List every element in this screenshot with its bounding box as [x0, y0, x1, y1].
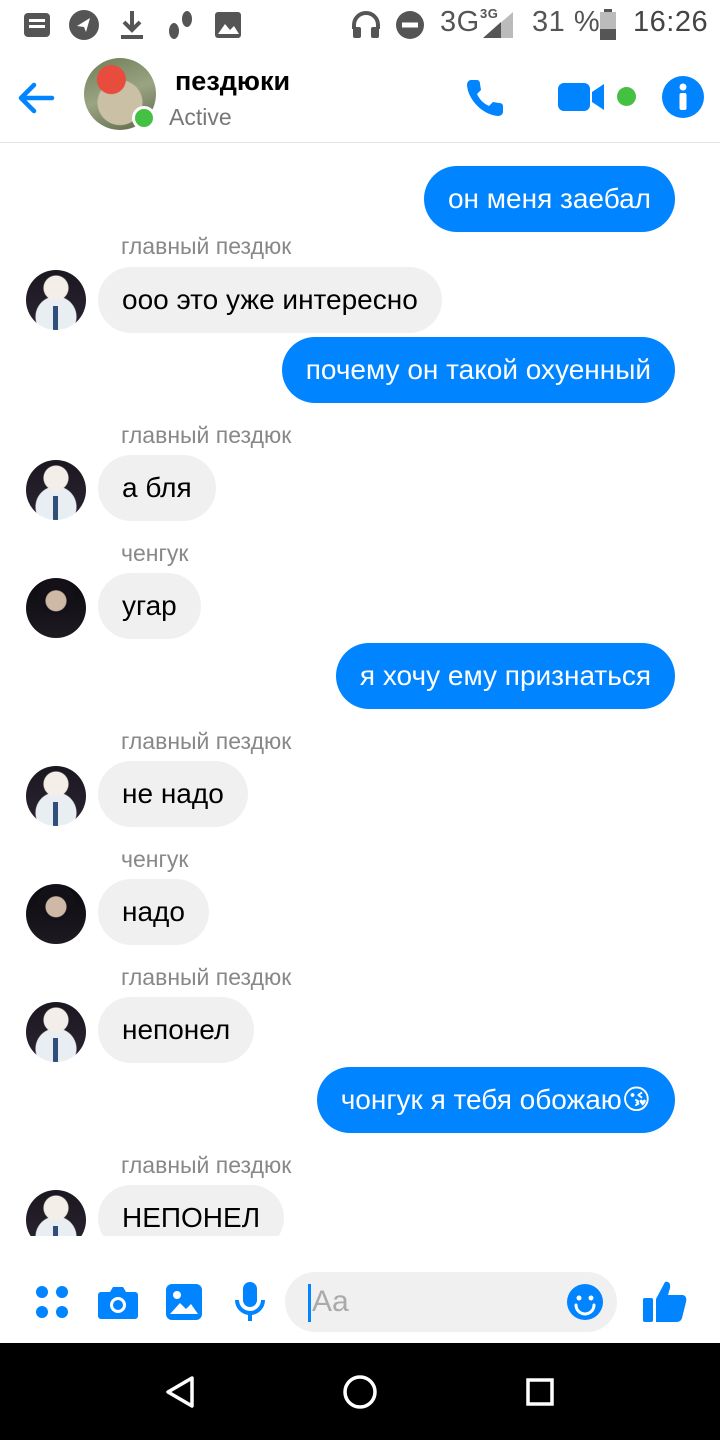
home-circle-icon: [343, 1375, 377, 1409]
video-call-button[interactable]: [556, 72, 608, 122]
message-icon: [22, 8, 52, 42]
battery-icon: [598, 8, 618, 42]
back-triangle-icon: [166, 1376, 194, 1408]
back-button[interactable]: [14, 76, 58, 120]
sender-name: главный пездюк: [121, 233, 292, 259]
message-bubble-incoming[interactable]: ооо это уже интересно: [98, 267, 442, 333]
message-bubble-incoming[interactable]: непонел: [98, 997, 255, 1063]
emoji-button[interactable]: [565, 1282, 605, 1322]
sender-avatar[interactable]: [26, 270, 86, 330]
arrow-left-icon: [18, 82, 55, 114]
recents-square-icon: [526, 1378, 554, 1406]
sender-name: главный пездюк: [121, 728, 292, 754]
message-bubble-incoming[interactable]: НЕПОНЕЛ: [98, 1185, 285, 1236]
message-bubble-outgoing[interactable]: чонгук я тебя обожаю😘: [316, 1067, 675, 1133]
video-active-dot: [617, 87, 636, 106]
menu-icon: [36, 1286, 68, 1318]
sender-name: ченгук: [121, 846, 189, 872]
location-icon: [66, 8, 102, 42]
status-bar: 3G 3G 31 % 16:26: [0, 0, 720, 50]
system-nav-bar: [0, 1343, 720, 1440]
sender-name: ченгук: [121, 540, 189, 566]
clock: 16:26: [633, 6, 709, 38]
chat-status: Active: [169, 104, 232, 130]
sender-name: главный пездюк: [121, 422, 292, 448]
phone-icon: [467, 80, 503, 116]
info-button[interactable]: [660, 72, 706, 122]
message-bubble-incoming[interactable]: надо: [98, 879, 209, 945]
message-bubble-incoming[interactable]: не надо: [98, 761, 248, 827]
video-camera-icon: [558, 83, 604, 111]
message-bubble-incoming[interactable]: а бля: [98, 455, 216, 521]
message-bubble-outgoing[interactable]: почему он такой охуенный: [281, 337, 675, 403]
headphones-icon: [350, 8, 382, 42]
gallery-icon: [166, 1284, 202, 1320]
message-input-placeholder: Aa: [312, 1285, 349, 1318]
message-thread[interactable]: он меня заебал главный пездюк ооо это уж…: [0, 144, 720, 1236]
sender-avatar[interactable]: [26, 884, 86, 944]
footprints-icon: [163, 8, 197, 42]
nav-back-button[interactable]: [158, 1370, 202, 1414]
message-bubble-incoming[interactable]: угар: [98, 573, 201, 639]
message-bubble-outgoing[interactable]: он меня заебал: [423, 166, 675, 232]
download-icon: [118, 8, 146, 42]
gallery-button[interactable]: [164, 1276, 204, 1328]
sender-avatar[interactable]: [26, 1190, 86, 1236]
sender-avatar[interactable]: [26, 460, 86, 520]
battery-level: 31 %: [532, 6, 601, 38]
like-button[interactable]: [640, 1276, 690, 1328]
voice-message-button[interactable]: [232, 1276, 268, 1328]
network-type: 3G: [440, 6, 480, 38]
message-input[interactable]: Aa: [285, 1272, 617, 1332]
online-indicator: [132, 106, 156, 130]
sender-avatar[interactable]: [26, 1002, 86, 1062]
sender-name: главный пездюк: [121, 1152, 292, 1178]
nav-recents-button[interactable]: [518, 1370, 562, 1414]
message-bubble-outgoing[interactable]: я хочу ему признаться: [335, 643, 675, 709]
microphone-icon: [235, 1282, 265, 1321]
emoji-icon: [567, 1284, 603, 1320]
chat-title[interactable]: пездюки: [175, 66, 290, 97]
thumbs-up-icon: [643, 1281, 687, 1322]
sender-name: главный пездюк: [121, 964, 292, 990]
info-icon: [662, 76, 704, 118]
sender-avatar[interactable]: [26, 578, 86, 638]
voice-call-button[interactable]: [461, 72, 511, 122]
image-icon: [212, 8, 244, 42]
camera-button[interactable]: [96, 1276, 140, 1328]
nav-home-button[interactable]: [338, 1370, 382, 1414]
signal-icon: [480, 8, 516, 42]
camera-icon: [98, 1287, 138, 1319]
text-caret: [308, 1284, 311, 1322]
chat-header: пездюки Active: [0, 50, 720, 143]
more-actions-button[interactable]: [32, 1276, 72, 1328]
sender-avatar[interactable]: [26, 766, 86, 826]
do-not-disturb-icon: [394, 8, 426, 42]
composer-bar: Aa: [0, 1262, 720, 1342]
